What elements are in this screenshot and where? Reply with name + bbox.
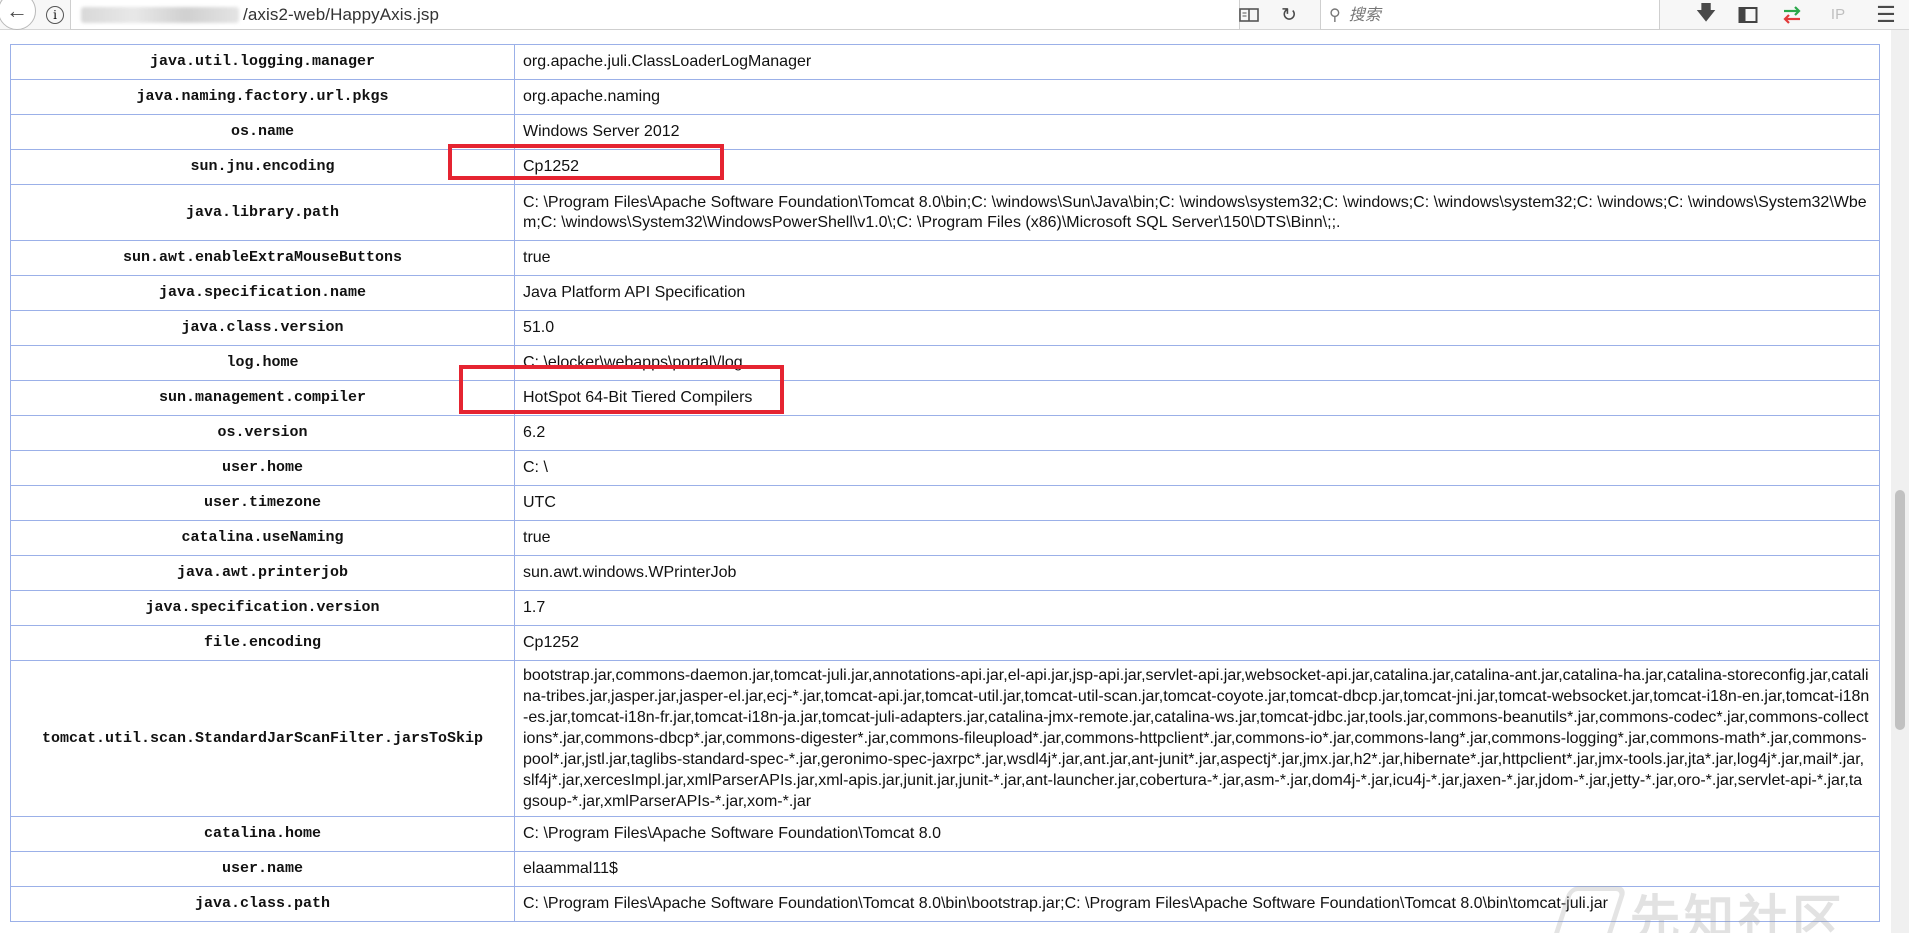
table-row: catalina.useNaming true [10, 520, 1880, 556]
browser-toolbar: ← i /axis2-web/HappyAxis.jsp ↻ ⚲ 🡇 IP ☰ [0, 0, 1909, 30]
property-value: org.apache.juli.ClassLoaderLogManager [514, 44, 1880, 80]
property-value: Java Platform API Specification [514, 275, 1880, 311]
sync-arrows-icon[interactable] [1778, 0, 1806, 30]
property-key: sun.management.compiler [10, 380, 515, 416]
table-row: java.specification.name Java Platform API… [10, 275, 1880, 311]
vertical-scrollbar[interactable] [1891, 30, 1909, 933]
property-value: C: \Program Files\Apache Software Founda… [514, 816, 1880, 852]
table-row: catalina.home C: \Program Files\Apache So… [10, 816, 1880, 852]
property-key: java.library.path [10, 184, 515, 241]
property-key: java.awt.printerjob [10, 555, 515, 591]
property-key: log.home [10, 345, 515, 381]
search-bar[interactable]: ⚲ [1320, 0, 1660, 30]
property-key: user.timezone [10, 485, 515, 521]
property-value: Windows Server 2012 [514, 114, 1880, 150]
search-icon: ⚲ [1329, 6, 1341, 24]
property-value: 1.7 [514, 590, 1880, 626]
property-value: 51.0 [514, 310, 1880, 346]
property-value: org.apache.naming [514, 79, 1880, 115]
property-key: tomcat.util.scan.StandardJarScanFilter.j… [10, 660, 515, 817]
back-arrow-icon[interactable]: ← [0, 0, 36, 30]
property-key: os.name [10, 114, 515, 150]
ip-button[interactable]: IP [1822, 0, 1854, 30]
property-key: java.specification.name [10, 275, 515, 311]
table-row: os.version 6.2 [10, 415, 1880, 451]
url-bar[interactable]: /axis2-web/HappyAxis.jsp [70, 0, 1240, 30]
property-key: catalina.useNaming [10, 520, 515, 556]
table-row: user.home C: \ [10, 450, 1880, 486]
property-value: true [514, 240, 1880, 276]
property-key: java.naming.factory.url.pkgs [10, 79, 515, 115]
scrollbar-thumb[interactable] [1895, 490, 1905, 730]
property-value: Cp1252 [514, 625, 1880, 661]
table-row: java.awt.printerjob sun.awt.windows.WPrin… [10, 555, 1880, 591]
watermark-logo-icon [1550, 886, 1628, 933]
table-row: sun.awt.enableExtraMouseButtons true [10, 240, 1880, 276]
table-row: java.class.version 51.0 [10, 310, 1880, 346]
property-value: Cp1252 [514, 149, 1880, 185]
table-row: os.name Windows Server 2012 [10, 114, 1880, 150]
table-row: log.home C: \elocker\webapps\portal\/log [10, 345, 1880, 381]
system-properties-table: java.util.logging.manager org.apache.juli… [10, 44, 1880, 922]
property-key: file.encoding [10, 625, 515, 661]
property-value: C: \elocker\webapps\portal\/log [514, 345, 1880, 381]
library-icon[interactable] [1734, 0, 1762, 30]
info-icon[interactable]: i [46, 5, 64, 24]
page-content: java.util.logging.manager org.apache.juli… [0, 30, 1891, 933]
url-path-text: /axis2-web/HappyAxis.jsp [243, 4, 440, 24]
property-value: HotSpot 64-Bit Tiered Compilers [514, 380, 1880, 416]
table-row: java.specification.version 1.7 [10, 590, 1880, 626]
property-value: C: \ [514, 450, 1880, 486]
property-value: true [514, 520, 1880, 556]
property-value: sun.awt.windows.WPrinterJob [514, 555, 1880, 591]
table-row: java.util.logging.manager org.apache.juli… [10, 44, 1880, 80]
property-key: os.version [10, 415, 515, 451]
table-row: sun.jnu.encoding Cp1252 [10, 149, 1880, 185]
table-row: tomcat.util.scan.StandardJarScanFilter.j… [10, 660, 1880, 817]
property-key: sun.jnu.encoding [10, 149, 515, 185]
property-key: java.specification.version [10, 590, 515, 626]
property-key: catalina.home [10, 816, 515, 852]
search-input[interactable] [1346, 4, 1641, 25]
table-row: java.library.path C: \Program Files\Apach… [10, 184, 1880, 241]
watermark-text: 先知社区 [1630, 890, 1846, 933]
property-key: java.util.logging.manager [10, 44, 515, 80]
table-row: sun.management.compiler HotSpot 64-Bit Ti… [10, 380, 1880, 416]
property-key: user.home [10, 450, 515, 486]
table-row: file.encoding Cp1252 [10, 625, 1880, 661]
property-value: 6.2 [514, 415, 1880, 451]
property-key: java.class.version [10, 310, 515, 346]
property-value: bootstrap.jar,commons-daemon.jar,tomcat-… [514, 660, 1880, 817]
property-key: user.name [10, 851, 515, 887]
hamburger-menu-icon[interactable]: ☰ [1870, 0, 1902, 30]
property-value: UTC [514, 485, 1880, 521]
table-row: java.naming.factory.url.pkgs org.apache.n… [10, 79, 1880, 115]
reader-view-icon[interactable] [1236, 0, 1262, 30]
blurred-host [81, 6, 239, 23]
table-row: user.timezone UTC [10, 485, 1880, 521]
property-key: java.class.path [10, 886, 515, 922]
property-value: C: \Program Files\Apache Software Founda… [514, 184, 1880, 241]
reload-icon[interactable]: ↻ [1276, 0, 1302, 30]
download-icon[interactable]: 🡇 [1692, 0, 1720, 30]
property-key: sun.awt.enableExtraMouseButtons [10, 240, 515, 276]
watermark: 先知社区 [1550, 870, 1890, 933]
